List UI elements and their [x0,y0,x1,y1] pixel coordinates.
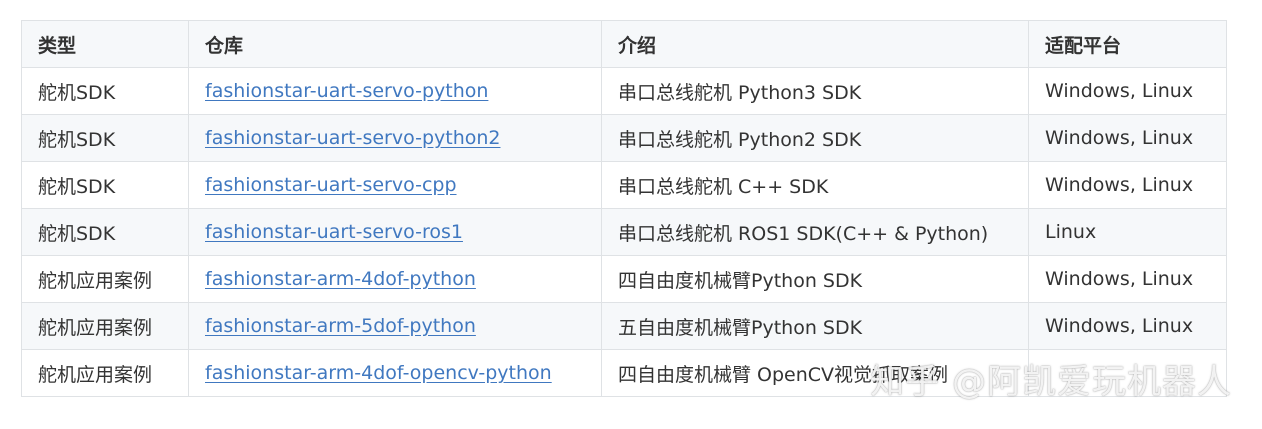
table-row: 舵机应用案例 fashionstar-arm-4dof-python 四自由度机… [21,255,1227,303]
table-row: 舵机SDK fashionstar-uart-servo-cpp 串口总线舵机 … [21,161,1227,209]
cell-intro: 串口总线舵机 Python2 SDK [601,114,1029,162]
cell-type: 舵机应用案例 [21,302,189,350]
cell-type: 舵机SDK [21,208,189,256]
cell-intro: 串口总线舵机 Python3 SDK [601,67,1029,115]
cell-intro: 五自由度机械臂Python SDK [601,302,1029,350]
header-platform: 适配平台 [1028,20,1227,68]
table-row: 舵机SDK fashionstar-uart-servo-python 串口总线… [21,67,1227,115]
cell-repo: fashionstar-uart-servo-ros1 [188,208,602,256]
cell-platform: Windows, Linux [1028,114,1227,162]
table-row: 舵机SDK fashionstar-uart-servo-ros1 串口总线舵机… [21,208,1227,256]
repo-link[interactable]: fashionstar-arm-4dof-python [205,268,476,290]
repo-link[interactable]: fashionstar-arm-4dof-opencv-python [205,362,552,384]
cell-platform: Windows, Linux [1028,302,1227,350]
cell-type: 舵机SDK [21,67,189,115]
header-row: 类型 仓库 介绍 适配平台 [21,20,1227,68]
cell-platform: Windows, Linux [1028,161,1227,209]
header-intro: 介绍 [601,20,1029,68]
header-repo: 仓库 [188,20,602,68]
cell-platform [1028,349,1227,397]
table-row: 舵机应用案例 fashionstar-arm-5dof-python 五自由度机… [21,302,1227,350]
table-row: 舵机应用案例 fashionstar-arm-4dof-opencv-pytho… [21,349,1227,397]
repo-table-container: 类型 仓库 介绍 适配平台 舵机SDK fashionstar-uart-ser… [21,20,1227,397]
cell-intro: 串口总线舵机 ROS1 SDK(C++ & Python) [601,208,1029,256]
cell-intro: 四自由度机械臂Python SDK [601,255,1029,303]
table-header: 类型 仓库 介绍 适配平台 [21,20,1227,68]
cell-type: 舵机应用案例 [21,349,189,397]
repo-link[interactable]: fashionstar-uart-servo-python2 [205,127,501,149]
repo-link[interactable]: fashionstar-uart-servo-ros1 [205,221,463,243]
cell-intro: 四自由度机械臂 OpenCV视觉抓取案例 [601,349,1029,397]
cell-repo: fashionstar-arm-5dof-python [188,302,602,350]
cell-platform: Windows, Linux [1028,255,1227,303]
repo-table: 类型 仓库 介绍 适配平台 舵机SDK fashionstar-uart-ser… [21,20,1227,397]
cell-repo: fashionstar-uart-servo-python2 [188,114,602,162]
cell-type: 舵机SDK [21,161,189,209]
repo-link[interactable]: fashionstar-uart-servo-python [205,80,488,102]
cell-repo: fashionstar-arm-4dof-opencv-python [188,349,602,397]
cell-repo: fashionstar-arm-4dof-python [188,255,602,303]
cell-repo: fashionstar-uart-servo-cpp [188,161,602,209]
table-row: 舵机SDK fashionstar-uart-servo-python2 串口总… [21,114,1227,162]
repo-link[interactable]: fashionstar-arm-5dof-python [205,315,476,337]
cell-platform: Windows, Linux [1028,67,1227,115]
cell-type: 舵机SDK [21,114,189,162]
cell-intro: 串口总线舵机 C++ SDK [601,161,1029,209]
cell-type: 舵机应用案例 [21,255,189,303]
repo-link[interactable]: fashionstar-uart-servo-cpp [205,174,457,196]
table-body: 舵机SDK fashionstar-uart-servo-python 串口总线… [21,67,1227,397]
cell-platform: Linux [1028,208,1227,256]
header-type: 类型 [21,20,189,68]
cell-repo: fashionstar-uart-servo-python [188,67,602,115]
